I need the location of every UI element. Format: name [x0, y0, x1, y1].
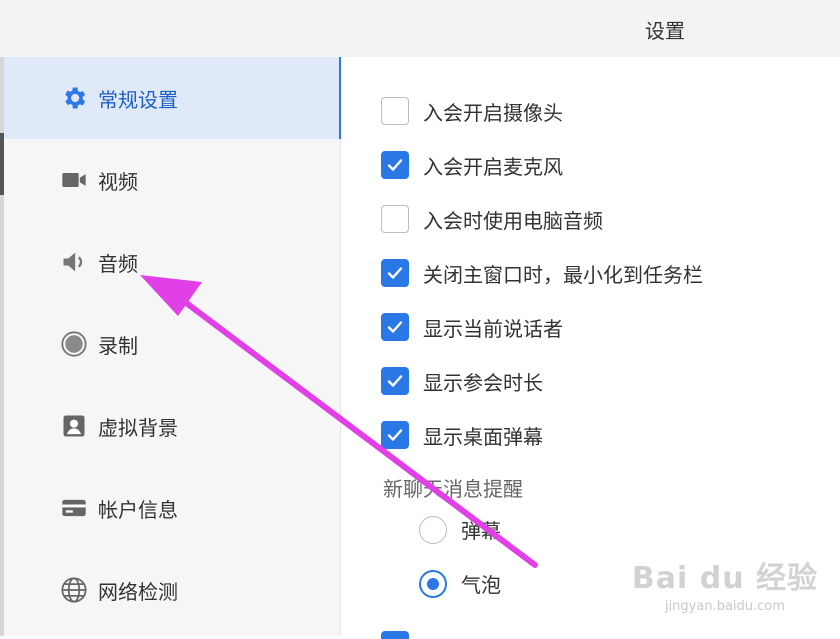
- baidu-jingyan-watermark: Bai du 经验 jingyan.baidu.com: [632, 553, 818, 614]
- check-icon: [387, 429, 403, 441]
- settings-sidebar: 常规设置 视频 音频 录制 虚拟背景 帐户信息 网络检测: [4, 57, 342, 636]
- checkbox-checked[interactable]: [381, 367, 409, 395]
- option-show-duration[interactable]: 显示参会时长: [381, 364, 543, 398]
- radio-label: 气泡: [461, 573, 501, 597]
- sidebar-item-label: 常规设置: [98, 87, 178, 112]
- sidebar-item-label: 网络检测: [98, 579, 178, 604]
- checkbox-checked[interactable]: [381, 259, 409, 287]
- option-label: 入会时使用电脑音频: [423, 208, 603, 233]
- sidebar-item-label: 帐户信息: [98, 497, 178, 522]
- general-settings-panel: 入会开启摄像头 入会开启麦克风 入会时使用电脑音频 关闭主窗口时，最小化到任务栏…: [341, 57, 840, 639]
- sidebar-item-network-test[interactable]: 网络检测: [4, 549, 340, 631]
- option-label: 显示当前说话者: [423, 316, 563, 341]
- radio-button[interactable]: [419, 515, 447, 544]
- option-label: 显示参会时长: [423, 370, 543, 395]
- option-label: 入会开启麦克风: [423, 154, 563, 179]
- sidebar-item-label: 虚拟背景: [98, 415, 178, 440]
- checkbox-checked[interactable]: [381, 313, 409, 341]
- globe-icon: [60, 576, 88, 604]
- sidebar-item-label: 录制: [98, 333, 138, 358]
- check-icon: [387, 267, 403, 279]
- option-mic-on-join[interactable]: 入会开启麦克风: [381, 148, 563, 182]
- option-minimize-to-taskbar[interactable]: 关闭主窗口时，最小化到任务栏: [381, 256, 703, 290]
- window-title: 设置: [645, 19, 685, 43]
- option-show-speaker[interactable]: 显示当前说话者: [381, 310, 563, 344]
- speaker-icon: [60, 248, 88, 276]
- sidebar-item-account[interactable]: 帐户信息: [4, 467, 340, 549]
- watermark-url: jingyan.baidu.com: [664, 599, 785, 614]
- title-bar: 设置: [0, 0, 840, 58]
- radio-label: 弹幕: [461, 519, 501, 543]
- checkbox-partial[interactable]: [381, 631, 409, 639]
- option-label: 显示桌面弹幕: [423, 424, 543, 449]
- check-icon: [387, 321, 403, 333]
- chat-notify-heading: 新聊天消息提醒: [383, 477, 523, 501]
- checkbox[interactable]: [381, 205, 409, 233]
- video-camera-icon: [60, 166, 88, 194]
- sidebar-item-virtual-background[interactable]: 虚拟背景: [4, 385, 340, 467]
- check-icon: [387, 375, 403, 387]
- option-label: 入会开启摄像头: [423, 100, 563, 125]
- sidebar-item-video[interactable]: 视频: [4, 139, 340, 221]
- check-icon: [387, 159, 403, 171]
- option-label: 关闭主窗口时，最小化到任务栏: [423, 262, 703, 287]
- radio-option-bubble[interactable]: 气泡: [419, 569, 501, 598]
- sidebar-item-audio[interactable]: 音频: [4, 221, 340, 303]
- checkbox[interactable]: [381, 97, 409, 125]
- sidebar-item-recording[interactable]: 录制: [4, 303, 340, 385]
- gear-icon: [60, 84, 88, 112]
- checkbox-checked[interactable]: [381, 151, 409, 179]
- option-desktop-danmaku[interactable]: 显示桌面弹幕: [381, 418, 543, 452]
- person-portrait-icon: [60, 412, 88, 440]
- watermark-brand: Bai du 经验: [631, 561, 818, 596]
- option-camera-on-join[interactable]: 入会开启摄像头: [381, 94, 563, 128]
- sidebar-item-label: 视频: [98, 169, 138, 194]
- radio-button-selected[interactable]: [419, 569, 447, 598]
- checkbox-checked[interactable]: [381, 421, 409, 449]
- sidebar-item-general[interactable]: 常规设置: [4, 57, 342, 139]
- record-icon: [60, 330, 88, 358]
- radio-option-danmaku[interactable]: 弹幕: [419, 515, 501, 544]
- sidebar-item-label: 音频: [98, 251, 138, 276]
- card-icon: [60, 494, 88, 522]
- option-computer-audio[interactable]: 入会时使用电脑音频: [381, 202, 603, 236]
